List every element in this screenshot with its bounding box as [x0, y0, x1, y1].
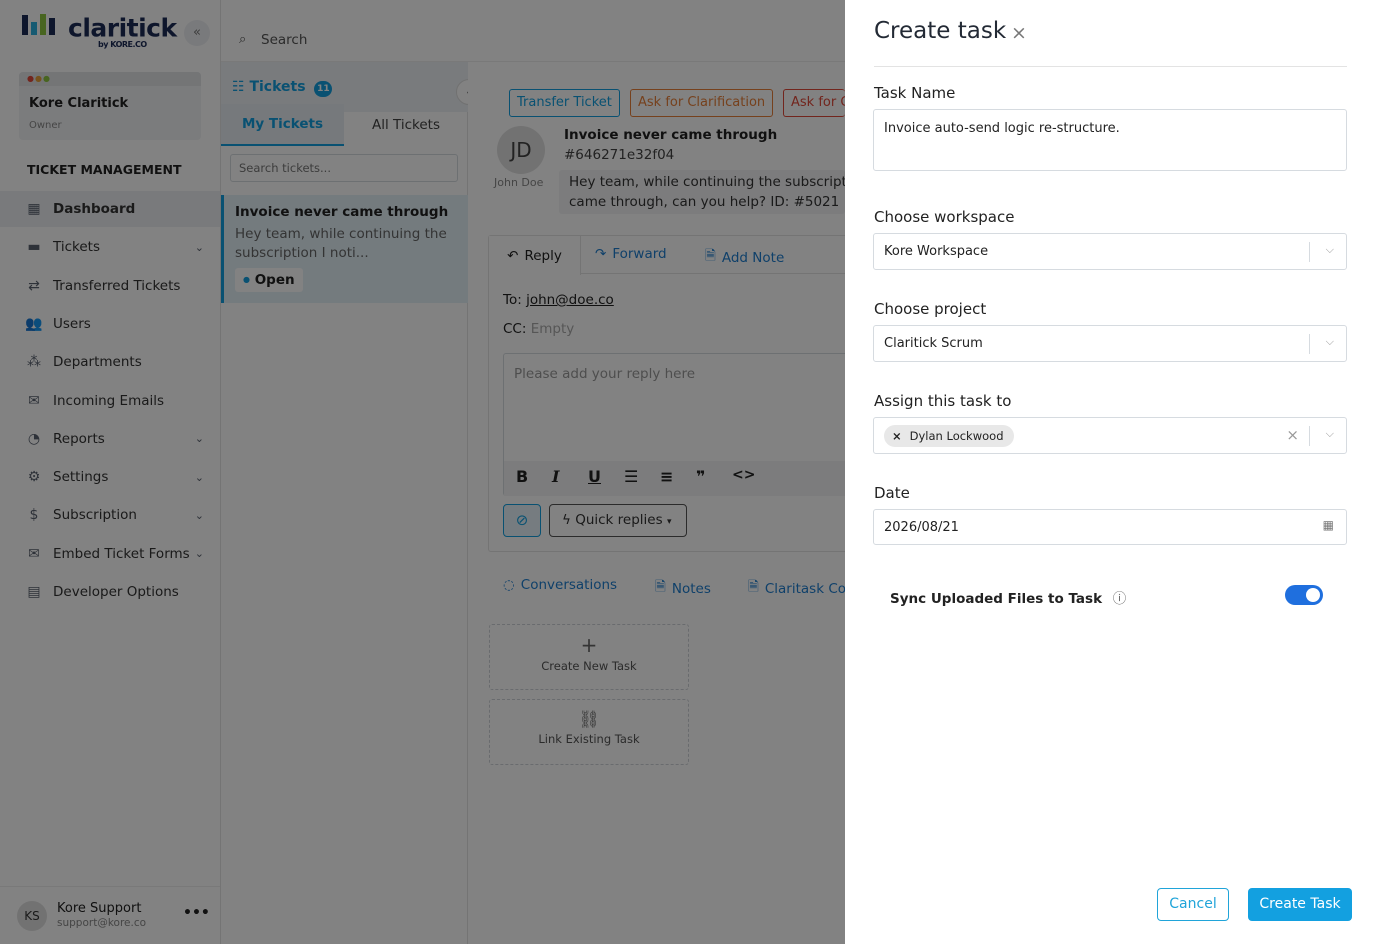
- workspace-select[interactable]: Kore Workspace ⌵: [873, 233, 1347, 270]
- assign-label: Assign this task to: [874, 392, 1012, 410]
- chevron-down-icon: ⌵: [1325, 335, 1334, 348]
- divider: [874, 66, 1347, 67]
- project-label: Choose project: [874, 300, 987, 318]
- assignee-chip: × Dylan Lockwood: [884, 425, 1014, 447]
- workspace-label: Choose workspace: [874, 208, 1015, 226]
- info-icon[interactable]: ⓘ: [1113, 591, 1127, 607]
- panel-title: Create task: [874, 18, 1007, 44]
- calendar-icon[interactable]: ▦: [1323, 518, 1334, 532]
- task-name-input[interactable]: Invoice auto-send logic re-structure.: [873, 109, 1347, 171]
- sync-files-toggle[interactable]: [1285, 585, 1323, 605]
- remove-assignee-icon[interactable]: ×: [892, 429, 902, 443]
- clear-icon[interactable]: ×: [1286, 426, 1299, 444]
- create-task-panel: Create task × Task Name Invoice auto-sen…: [845, 0, 1376, 944]
- create-task-button[interactable]: Create Task: [1248, 888, 1352, 921]
- assignee-select[interactable]: × Dylan Lockwood × ⌵: [873, 417, 1347, 454]
- project-select[interactable]: Claritick Scrum ⌵: [873, 325, 1347, 362]
- close-icon[interactable]: ×: [1011, 22, 1027, 44]
- chevron-down-icon: ⌵: [1325, 427, 1334, 440]
- chevron-down-icon: ⌵: [1325, 243, 1334, 256]
- cancel-button[interactable]: Cancel: [1157, 888, 1229, 921]
- task-name-label: Task Name: [874, 84, 956, 102]
- date-input[interactable]: 2026/08/21 ▦: [873, 509, 1347, 545]
- modal-backdrop[interactable]: [0, 0, 845, 944]
- sync-files-label: Sync Uploaded Files to Task ⓘ: [890, 591, 1127, 607]
- date-label: Date: [874, 484, 910, 502]
